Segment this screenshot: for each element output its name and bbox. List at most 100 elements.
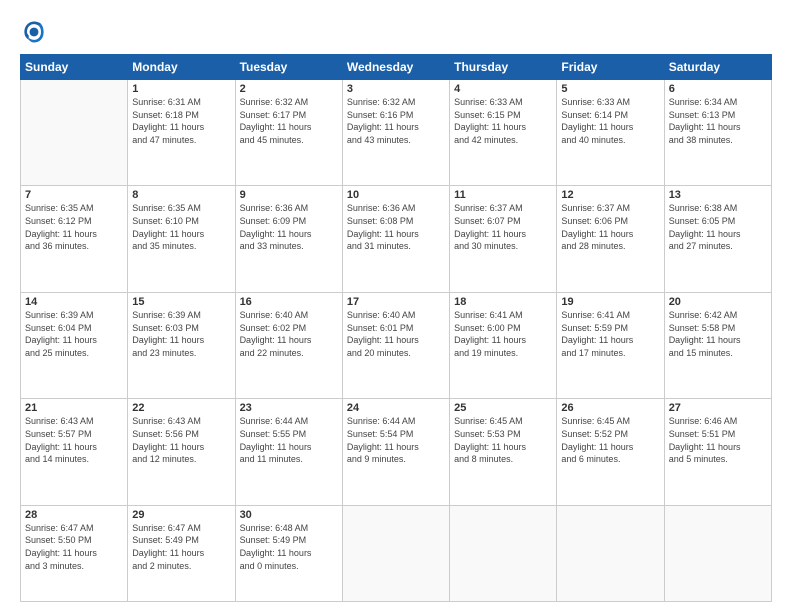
day-number: 23 xyxy=(240,402,338,414)
day-info: Sunrise: 6:46 AM Sunset: 5:51 PM Dayligh… xyxy=(669,415,767,465)
day-info: Sunrise: 6:45 AM Sunset: 5:52 PM Dayligh… xyxy=(561,415,659,465)
day-number: 14 xyxy=(25,296,123,308)
day-cell: 23Sunrise: 6:44 AM Sunset: 5:55 PM Dayli… xyxy=(235,399,342,505)
day-number: 28 xyxy=(25,509,123,521)
day-cell: 26Sunrise: 6:45 AM Sunset: 5:52 PM Dayli… xyxy=(557,399,664,505)
day-number: 26 xyxy=(561,402,659,414)
day-info: Sunrise: 6:33 AM Sunset: 6:14 PM Dayligh… xyxy=(561,96,659,146)
day-number: 9 xyxy=(240,189,338,201)
day-cell: 17Sunrise: 6:40 AM Sunset: 6:01 PM Dayli… xyxy=(342,292,449,398)
day-info: Sunrise: 6:48 AM Sunset: 5:49 PM Dayligh… xyxy=(240,522,338,572)
day-number: 16 xyxy=(240,296,338,308)
day-cell: 9Sunrise: 6:36 AM Sunset: 6:09 PM Daylig… xyxy=(235,186,342,292)
day-info: Sunrise: 6:44 AM Sunset: 5:55 PM Dayligh… xyxy=(240,415,338,465)
day-info: Sunrise: 6:37 AM Sunset: 6:07 PM Dayligh… xyxy=(454,202,552,252)
week-row-3: 14Sunrise: 6:39 AM Sunset: 6:04 PM Dayli… xyxy=(21,292,772,398)
day-number: 7 xyxy=(25,189,123,201)
day-cell: 27Sunrise: 6:46 AM Sunset: 5:51 PM Dayli… xyxy=(664,399,771,505)
day-number: 8 xyxy=(132,189,230,201)
day-info: Sunrise: 6:40 AM Sunset: 6:02 PM Dayligh… xyxy=(240,309,338,359)
day-info: Sunrise: 6:41 AM Sunset: 5:59 PM Dayligh… xyxy=(561,309,659,359)
day-info: Sunrise: 6:47 AM Sunset: 5:50 PM Dayligh… xyxy=(25,522,123,572)
col-header-wednesday: Wednesday xyxy=(342,55,449,80)
day-number: 15 xyxy=(132,296,230,308)
col-header-monday: Monday xyxy=(128,55,235,80)
day-cell: 12Sunrise: 6:37 AM Sunset: 6:06 PM Dayli… xyxy=(557,186,664,292)
col-header-friday: Friday xyxy=(557,55,664,80)
day-info: Sunrise: 6:36 AM Sunset: 6:09 PM Dayligh… xyxy=(240,202,338,252)
day-number: 2 xyxy=(240,83,338,95)
day-cell: 28Sunrise: 6:47 AM Sunset: 5:50 PM Dayli… xyxy=(21,505,128,601)
day-info: Sunrise: 6:39 AM Sunset: 6:03 PM Dayligh… xyxy=(132,309,230,359)
logo xyxy=(20,18,52,46)
day-info: Sunrise: 6:45 AM Sunset: 5:53 PM Dayligh… xyxy=(454,415,552,465)
day-cell xyxy=(21,80,128,186)
day-info: Sunrise: 6:33 AM Sunset: 6:15 PM Dayligh… xyxy=(454,96,552,146)
week-row-2: 7Sunrise: 6:35 AM Sunset: 6:12 PM Daylig… xyxy=(21,186,772,292)
day-info: Sunrise: 6:32 AM Sunset: 6:17 PM Dayligh… xyxy=(240,96,338,146)
day-cell: 29Sunrise: 6:47 AM Sunset: 5:49 PM Dayli… xyxy=(128,505,235,601)
day-info: Sunrise: 6:41 AM Sunset: 6:00 PM Dayligh… xyxy=(454,309,552,359)
day-number: 3 xyxy=(347,83,445,95)
day-cell: 7Sunrise: 6:35 AM Sunset: 6:12 PM Daylig… xyxy=(21,186,128,292)
day-cell xyxy=(664,505,771,601)
day-info: Sunrise: 6:39 AM Sunset: 6:04 PM Dayligh… xyxy=(25,309,123,359)
day-info: Sunrise: 6:43 AM Sunset: 5:56 PM Dayligh… xyxy=(132,415,230,465)
header-row: SundayMondayTuesdayWednesdayThursdayFrid… xyxy=(21,55,772,80)
day-info: Sunrise: 6:44 AM Sunset: 5:54 PM Dayligh… xyxy=(347,415,445,465)
day-info: Sunrise: 6:34 AM Sunset: 6:13 PM Dayligh… xyxy=(669,96,767,146)
page: SundayMondayTuesdayWednesdayThursdayFrid… xyxy=(0,0,792,612)
day-info: Sunrise: 6:32 AM Sunset: 6:16 PM Dayligh… xyxy=(347,96,445,146)
day-number: 11 xyxy=(454,189,552,201)
day-cell: 10Sunrise: 6:36 AM Sunset: 6:08 PM Dayli… xyxy=(342,186,449,292)
day-number: 13 xyxy=(669,189,767,201)
day-number: 27 xyxy=(669,402,767,414)
day-info: Sunrise: 6:37 AM Sunset: 6:06 PM Dayligh… xyxy=(561,202,659,252)
day-number: 24 xyxy=(347,402,445,414)
day-info: Sunrise: 6:43 AM Sunset: 5:57 PM Dayligh… xyxy=(25,415,123,465)
day-cell: 18Sunrise: 6:41 AM Sunset: 6:00 PM Dayli… xyxy=(450,292,557,398)
day-info: Sunrise: 6:47 AM Sunset: 5:49 PM Dayligh… xyxy=(132,522,230,572)
col-header-saturday: Saturday xyxy=(664,55,771,80)
day-info: Sunrise: 6:36 AM Sunset: 6:08 PM Dayligh… xyxy=(347,202,445,252)
day-number: 10 xyxy=(347,189,445,201)
day-cell xyxy=(342,505,449,601)
day-cell: 6Sunrise: 6:34 AM Sunset: 6:13 PM Daylig… xyxy=(664,80,771,186)
col-header-thursday: Thursday xyxy=(450,55,557,80)
day-cell: 1Sunrise: 6:31 AM Sunset: 6:18 PM Daylig… xyxy=(128,80,235,186)
day-cell: 30Sunrise: 6:48 AM Sunset: 5:49 PM Dayli… xyxy=(235,505,342,601)
day-number: 6 xyxy=(669,83,767,95)
day-cell: 19Sunrise: 6:41 AM Sunset: 5:59 PM Dayli… xyxy=(557,292,664,398)
week-row-1: 1Sunrise: 6:31 AM Sunset: 6:18 PM Daylig… xyxy=(21,80,772,186)
day-info: Sunrise: 6:42 AM Sunset: 5:58 PM Dayligh… xyxy=(669,309,767,359)
day-number: 29 xyxy=(132,509,230,521)
week-row-4: 21Sunrise: 6:43 AM Sunset: 5:57 PM Dayli… xyxy=(21,399,772,505)
day-number: 18 xyxy=(454,296,552,308)
day-number: 12 xyxy=(561,189,659,201)
day-number: 17 xyxy=(347,296,445,308)
day-number: 5 xyxy=(561,83,659,95)
day-cell xyxy=(557,505,664,601)
day-cell: 21Sunrise: 6:43 AM Sunset: 5:57 PM Dayli… xyxy=(21,399,128,505)
logo-icon xyxy=(20,18,48,46)
day-cell: 2Sunrise: 6:32 AM Sunset: 6:17 PM Daylig… xyxy=(235,80,342,186)
day-info: Sunrise: 6:35 AM Sunset: 6:10 PM Dayligh… xyxy=(132,202,230,252)
header xyxy=(20,18,772,46)
day-number: 25 xyxy=(454,402,552,414)
day-cell: 16Sunrise: 6:40 AM Sunset: 6:02 PM Dayli… xyxy=(235,292,342,398)
day-cell: 24Sunrise: 6:44 AM Sunset: 5:54 PM Dayli… xyxy=(342,399,449,505)
day-cell: 15Sunrise: 6:39 AM Sunset: 6:03 PM Dayli… xyxy=(128,292,235,398)
day-info: Sunrise: 6:31 AM Sunset: 6:18 PM Dayligh… xyxy=(132,96,230,146)
day-number: 1 xyxy=(132,83,230,95)
day-cell: 4Sunrise: 6:33 AM Sunset: 6:15 PM Daylig… xyxy=(450,80,557,186)
day-cell: 5Sunrise: 6:33 AM Sunset: 6:14 PM Daylig… xyxy=(557,80,664,186)
week-row-5: 28Sunrise: 6:47 AM Sunset: 5:50 PM Dayli… xyxy=(21,505,772,601)
day-cell: 22Sunrise: 6:43 AM Sunset: 5:56 PM Dayli… xyxy=(128,399,235,505)
day-cell xyxy=(450,505,557,601)
day-number: 21 xyxy=(25,402,123,414)
day-number: 22 xyxy=(132,402,230,414)
day-cell: 25Sunrise: 6:45 AM Sunset: 5:53 PM Dayli… xyxy=(450,399,557,505)
day-cell: 14Sunrise: 6:39 AM Sunset: 6:04 PM Dayli… xyxy=(21,292,128,398)
day-info: Sunrise: 6:40 AM Sunset: 6:01 PM Dayligh… xyxy=(347,309,445,359)
day-cell: 13Sunrise: 6:38 AM Sunset: 6:05 PM Dayli… xyxy=(664,186,771,292)
